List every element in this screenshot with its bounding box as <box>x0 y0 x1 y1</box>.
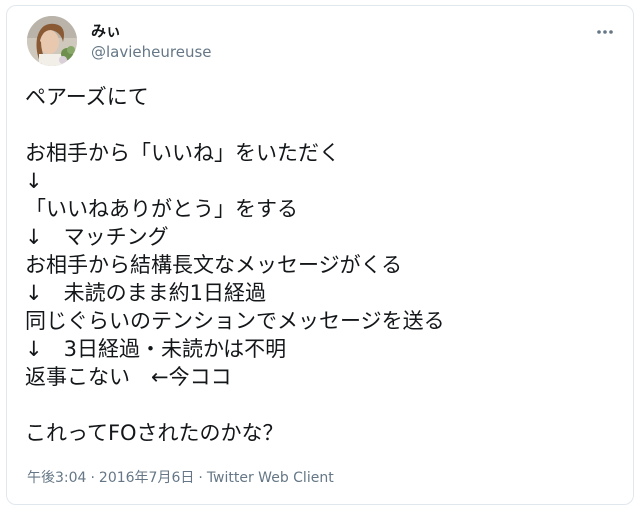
tweet-client: Twitter Web Client <box>206 470 334 486</box>
tweet-timestamp-link[interactable]: 午後3:04 · 2016年7月6日 <box>27 470 194 486</box>
profile-photo-icon <box>27 16 77 66</box>
separator: · <box>198 470 203 486</box>
display-name[interactable]: みぃ <box>91 21 121 41</box>
tweet-card: みぃ @lavieheureuse ペアーズにて お相手から「いいね」をいただく… <box>6 5 634 505</box>
more-options-button[interactable] <box>593 24 617 40</box>
tweet-text: ペアーズにて お相手から「いいね」をいただく ↓ 「いいねありがとう」をする ↓… <box>25 85 445 445</box>
tweet-metadata: 午後3:04 · 2016年7月6日 · Twitter Web Client <box>27 468 334 488</box>
separator: · <box>90 470 95 486</box>
tweet-date: 2016年7月6日 <box>98 470 195 486</box>
tweet-time: 午後3:04 <box>27 470 87 486</box>
user-handle[interactable]: @lavieheureuse <box>91 42 212 62</box>
more-horizontal-icon <box>597 30 613 34</box>
avatar[interactable] <box>27 16 77 66</box>
